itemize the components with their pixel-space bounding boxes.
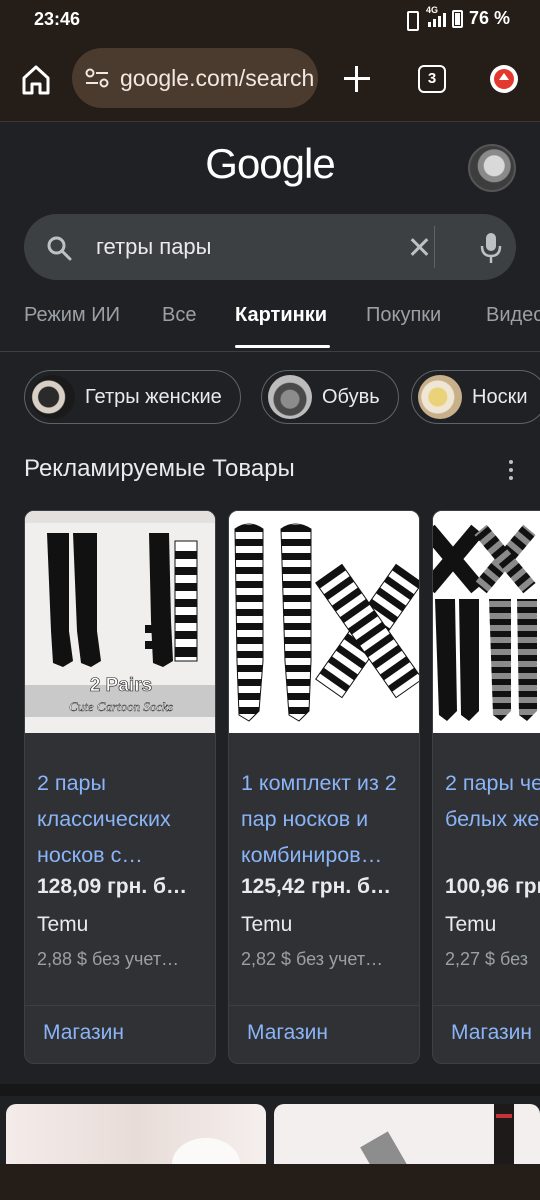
card-divider xyxy=(229,1005,419,1006)
image-caption-title: 2 Pairs xyxy=(90,675,152,696)
chip-socks[interactable]: Носки xyxy=(411,370,540,424)
status-time: 23:46 xyxy=(34,9,81,29)
active-tab-indicator xyxy=(235,345,330,348)
battery-level: 76 % xyxy=(468,8,510,28)
home-icon[interactable] xyxy=(16,60,56,100)
product-store: Temu xyxy=(37,913,89,936)
product-price-note: 2,88 $ без учет… xyxy=(37,949,180,969)
search-tabs: Режим ИИ Все Картинки Покупки Видео xyxy=(0,298,540,352)
avatar[interactable] xyxy=(468,144,516,192)
product-image[interactable]: 2 Pairs Cute Cartoon Socks xyxy=(25,511,215,733)
system-navigation-bar xyxy=(0,1164,540,1200)
network-type: 4G xyxy=(425,4,438,15)
search-icon[interactable] xyxy=(46,235,72,261)
product-store: Temu xyxy=(445,913,497,936)
product-title[interactable]: 2 пары классических носков с… xyxy=(37,765,209,873)
chip-shoes[interactable]: Обувь xyxy=(261,370,399,424)
tab-shopping[interactable]: Покупки xyxy=(366,304,441,327)
card-divider xyxy=(25,1005,215,1006)
google-logo[interactable]: Google xyxy=(0,140,540,188)
tab-ai-mode[interactable]: Режим ИИ xyxy=(24,304,120,327)
chip-thumbnail xyxy=(268,375,312,419)
sponsored-products-heading: Рекламируемые Товары xyxy=(24,455,295,482)
product-image[interactable] xyxy=(229,511,419,733)
product-price: 128,09 грн. б… xyxy=(37,875,187,898)
product-store: Temu xyxy=(241,913,293,936)
product-title[interactable]: 1 комплект из 2 пар носков и комбиниров… xyxy=(241,765,413,873)
tab-images[interactable]: Картинки xyxy=(235,304,327,327)
browser-toolbar: google.com/search 3 xyxy=(0,38,540,122)
card-divider xyxy=(433,1005,540,1006)
chip-label: Гетры женские xyxy=(85,385,222,408)
status-bar: 23:46 4G 76 % xyxy=(0,0,540,38)
search-query: гетры пары xyxy=(96,234,212,259)
url-text: google.com/search xyxy=(120,64,315,91)
vibrate-icon xyxy=(402,10,420,31)
shop-button[interactable]: Магазин xyxy=(247,1021,328,1045)
more-options-icon[interactable] xyxy=(508,460,514,482)
new-tab-icon[interactable] xyxy=(342,64,372,94)
tab-videos[interactable]: Видео xyxy=(486,304,540,327)
signal-icon: 4G xyxy=(426,5,446,27)
tab-switcher-button[interactable]: 3 xyxy=(418,65,446,93)
chip-thumbnail xyxy=(31,375,75,419)
product-price-note: 2,82 $ без учет… xyxy=(241,949,384,969)
shop-button[interactable]: Магазин xyxy=(451,1021,532,1045)
update-icon[interactable] xyxy=(490,65,518,93)
microphone-icon[interactable] xyxy=(480,232,502,264)
product-card[interactable]: 2 Pairs Cute Cartoon Socks 2 пары класси… xyxy=(24,510,216,1064)
shop-button[interactable]: Магазин xyxy=(43,1021,124,1045)
chip-thumbnail xyxy=(418,375,462,419)
chip-womens-gaiters[interactable]: Гетры женские xyxy=(24,370,241,424)
product-image[interactable] xyxy=(433,511,540,733)
search-input[interactable]: гетры пары xyxy=(24,214,516,280)
section-separator xyxy=(0,1084,540,1096)
product-card[interactable]: 1 комплект из 2 пар носков и комбиниров…… xyxy=(228,510,420,1064)
battery-icon xyxy=(451,9,463,28)
search-results-page: Google гетры пары Режим ИИ Все Картинки … xyxy=(0,122,540,1200)
image-caption-subtitle: Cute Cartoon Socks xyxy=(69,699,173,714)
site-settings-icon[interactable] xyxy=(84,67,110,89)
product-price: 100,96 грн. xyxy=(445,875,540,898)
address-bar[interactable]: google.com/search xyxy=(72,48,318,108)
tab-all[interactable]: Все xyxy=(162,304,196,327)
product-price: 125,42 грн. б… xyxy=(241,875,391,898)
chip-label: Обувь xyxy=(322,385,380,408)
product-card[interactable]: 2 пары черно-белых женских… 100,96 грн. … xyxy=(432,510,540,1064)
clear-icon[interactable] xyxy=(408,236,430,258)
chip-label: Носки xyxy=(472,385,528,408)
product-price-note: 2,27 $ без xyxy=(445,949,529,969)
status-icons: 4G 76 % xyxy=(402,5,510,31)
search-divider xyxy=(434,226,435,268)
product-title[interactable]: 2 пары черно-белых женских… xyxy=(445,765,540,837)
